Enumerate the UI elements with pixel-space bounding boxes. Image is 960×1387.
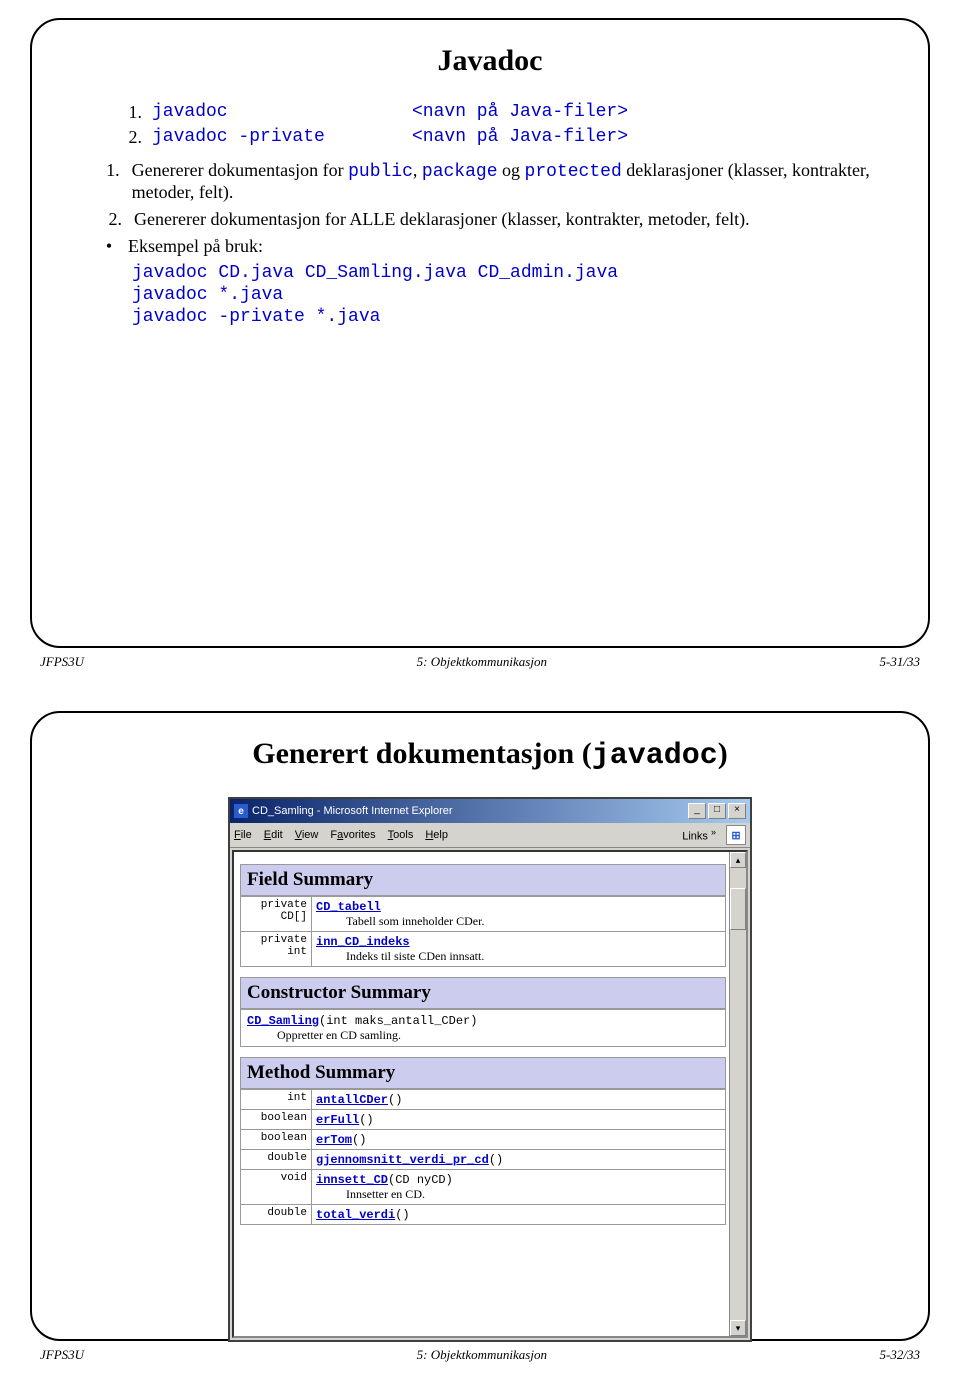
cmd: javadoc — [152, 102, 402, 123]
field-cell: CD_tabell Tabell som inneholder CDer. — [312, 897, 725, 931]
links-label[interactable]: Links » — [682, 827, 716, 843]
method-summary-heading: Method Summary — [240, 1057, 726, 1089]
arg: <navn på Java-filer> — [412, 102, 628, 123]
field-type: private int — [241, 932, 312, 966]
table-row: private CD[] CD_tabell Tabell som inneho… — [241, 896, 725, 931]
method-type: int — [241, 1090, 312, 1109]
method-desc: Innsetter en CD. — [346, 1187, 721, 1202]
field-type: private CD[] — [241, 897, 312, 931]
field-desc: Indeks til siste CDen innsatt. — [346, 949, 721, 964]
code-line: javadoc CD.java CD_Samling.java CD_admin… — [132, 263, 878, 283]
slide-title: Javadoc — [102, 44, 878, 78]
method-link[interactable]: erTom — [316, 1133, 352, 1147]
footer-center: 5: Objektkommunikasjon — [417, 654, 547, 670]
footer-right: 5-31/33 — [880, 654, 920, 670]
num: 1. — [122, 102, 142, 123]
field-summary-table: private CD[] CD_tabell Tabell som inneho… — [240, 896, 726, 967]
scroll-up-button[interactable]: ▴ — [730, 852, 746, 868]
footer-right: 5-32/33 — [880, 1347, 920, 1363]
table-row: boolean erFull() — [241, 1109, 725, 1129]
method-type: boolean — [241, 1130, 312, 1149]
footer-left: JFPS3U — [40, 654, 84, 670]
footer-left: JFPS3U — [40, 1347, 84, 1363]
menu-view[interactable]: View — [295, 829, 319, 841]
slide-panel: Generert dokumentasjon (javadoc) e CD_Sa… — [30, 711, 930, 1341]
slide-1: Javadoc 1. javadoc <navn på Java-filer> … — [0, 0, 960, 693]
method-link[interactable]: gjennomsnitt_verdi_pr_cd — [316, 1153, 489, 1167]
slide-title: Generert dokumentasjon (javadoc) — [102, 737, 878, 773]
code-block: javadoc CD.java CD_Samling.java CD_admin… — [132, 263, 878, 327]
table-row: CD_Samling(int maks_antall_CDer) Opprett… — [241, 1009, 725, 1046]
slide-footer: JFPS3U 5: Objektkommunikasjon 5-32/33 — [30, 1341, 930, 1363]
method-type: double — [241, 1205, 312, 1224]
menu-favorites[interactable]: Favorites — [330, 829, 375, 841]
num: 1. — [102, 160, 120, 203]
table-row: boolean erTom() — [241, 1129, 725, 1149]
titlebar: e CD_Samling - Microsoft Internet Explor… — [230, 799, 750, 823]
method-link[interactable]: total_verdi — [316, 1208, 395, 1222]
slide-panel: Javadoc 1. javadoc <navn på Java-filer> … — [30, 18, 930, 648]
num: 2. — [122, 127, 142, 148]
field-link[interactable]: inn_CD_indeks — [316, 935, 410, 949]
ctor-link[interactable]: CD_Samling — [247, 1014, 319, 1028]
bullet-example: • Eksempel på bruk: — [102, 236, 878, 257]
field-link[interactable]: CD_tabell — [316, 900, 381, 914]
minimize-button[interactable]: _ — [688, 803, 706, 819]
table-row: int antallCDer() — [241, 1089, 725, 1109]
field-cell: inn_CD_indeks Indeks til siste CDen inns… — [312, 932, 725, 966]
num: 2. — [102, 209, 122, 230]
method-type: double — [241, 1150, 312, 1169]
maximize-button[interactable]: □ — [708, 803, 726, 819]
arg: <navn på Java-filer> — [412, 127, 628, 148]
method-link[interactable]: antallCDer — [316, 1093, 388, 1107]
constructor-summary-heading: Constructor Summary — [240, 977, 726, 1009]
cmd: javadoc -private — [152, 127, 402, 148]
window-title: CD_Samling - Microsoft Internet Explorer — [252, 805, 688, 817]
code-line: javadoc -private *.java — [132, 307, 878, 327]
desc-text: Genererer dokumentasjon for public, pack… — [132, 160, 878, 203]
cmd-row-2: 2. javadoc -private <navn på Java-filer> — [122, 127, 878, 148]
close-button[interactable]: × — [728, 803, 746, 819]
ctor-args: (int maks_antall_CDer) — [319, 1014, 477, 1028]
desc-row-1: 1. Genererer dokumentasjon for public, p… — [102, 160, 878, 203]
table-row: private int inn_CD_indeks Indeks til sis… — [241, 931, 725, 966]
vertical-scrollbar[interactable]: ▴ ▾ — [729, 852, 746, 1336]
slide-2: Generert dokumentasjon (javadoc) e CD_Sa… — [0, 693, 960, 1386]
desc-text: Genererer dokumentasjon for ALLE deklara… — [134, 209, 750, 230]
slide-footer: JFPS3U 5: Objektkommunikasjon 5-31/33 — [30, 648, 930, 670]
browser-window: e CD_Samling - Microsoft Internet Explor… — [228, 797, 752, 1342]
table-row: double gjennomsnitt_verdi_pr_cd() — [241, 1149, 725, 1169]
table-row: double total_verdi() — [241, 1204, 725, 1224]
method-type: void — [241, 1170, 312, 1204]
method-type: boolean — [241, 1110, 312, 1129]
menubar: File Edit View Favorites Tools Help Link… — [230, 823, 750, 848]
bullet-text: Eksempel på bruk: — [128, 236, 263, 257]
ctor-cell: CD_Samling(int maks_antall_CDer) Opprett… — [241, 1010, 725, 1046]
field-desc: Tabell som inneholder CDer. — [346, 914, 721, 929]
ie-throbber-icon: ⊞ — [726, 825, 746, 845]
ctor-desc: Oppretter en CD samling. — [277, 1028, 719, 1043]
field-summary-heading: Field Summary — [240, 864, 726, 896]
constructor-summary-table: CD_Samling(int maks_antall_CDer) Opprett… — [240, 1009, 726, 1047]
scroll-down-button[interactable]: ▾ — [730, 1320, 746, 1336]
code-line: javadoc *.java — [132, 285, 878, 305]
method-summary-table: int antallCDer() boolean erFull() boolea… — [240, 1089, 726, 1225]
menu-file[interactable]: File — [234, 829, 252, 841]
menu-tools[interactable]: Tools — [388, 829, 414, 841]
method-link[interactable]: erFull — [316, 1113, 359, 1127]
desc-row-2: 2. Genererer dokumentasjon for ALLE dekl… — [102, 209, 878, 230]
menu-help[interactable]: Help — [425, 829, 448, 841]
ie-icon: e — [234, 804, 248, 818]
table-row: void innsett_CD(CD nyCD) Innsetter en CD… — [241, 1169, 725, 1204]
footer-center: 5: Objektkommunikasjon — [417, 1347, 547, 1363]
cmd-row-1: 1. javadoc <navn på Java-filer> — [122, 102, 878, 123]
bullet-dot: • — [102, 236, 116, 257]
scroll-thumb[interactable] — [730, 888, 746, 930]
menu-edit[interactable]: Edit — [264, 829, 283, 841]
browser-content: Field Summary private CD[] CD_tabell Tab… — [232, 850, 748, 1338]
method-link[interactable]: innsett_CD — [316, 1173, 388, 1187]
